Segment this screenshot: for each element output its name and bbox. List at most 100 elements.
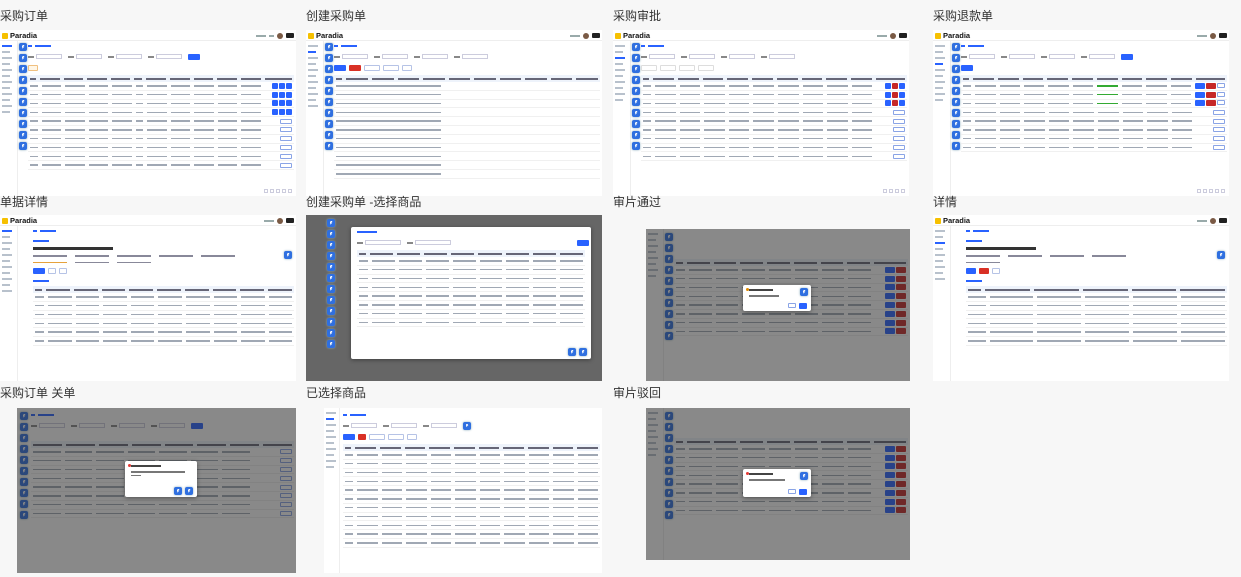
lightning-icon[interactable] [327, 274, 335, 282]
table-row[interactable] [33, 319, 294, 329]
lightning-icon[interactable] [327, 230, 335, 238]
form-input[interactable] [422, 54, 448, 59]
filter-input[interactable] [689, 54, 715, 59]
confirm-button[interactable] [799, 489, 807, 495]
add-product-button[interactable] [334, 64, 346, 71]
lightning-icon[interactable] [568, 348, 576, 356]
table-row[interactable] [334, 100, 600, 109]
avatar[interactable] [890, 32, 896, 39]
table-row[interactable] [343, 495, 600, 504]
form-input[interactable] [391, 423, 417, 428]
lightning-icon[interactable] [327, 296, 335, 304]
filter-input[interactable] [969, 54, 995, 59]
form-input[interactable] [342, 54, 368, 59]
filter-input[interactable] [36, 54, 62, 59]
lightning-icon[interactable] [19, 54, 27, 62]
filter-input[interactable] [76, 54, 102, 59]
table-row[interactable] [961, 126, 1227, 135]
table-row[interactable] [961, 108, 1227, 118]
table-row[interactable] [28, 161, 294, 170]
lightning-icon[interactable] [327, 340, 335, 348]
table-row[interactable] [334, 135, 600, 144]
more-button[interactable] [402, 64, 412, 71]
lightning-icon[interactable] [325, 142, 333, 150]
table-row[interactable] [334, 161, 600, 170]
lightning-icon[interactable] [19, 65, 27, 73]
more-button[interactable] [407, 433, 417, 440]
table-row[interactable] [961, 144, 1227, 153]
table-row[interactable] [28, 152, 294, 162]
lightning-icon[interactable] [325, 98, 333, 106]
filter-input[interactable] [729, 54, 755, 59]
lightning-icon[interactable] [327, 307, 335, 315]
table-row[interactable] [343, 539, 600, 548]
table-row[interactable] [343, 486, 600, 495]
import-button[interactable] [369, 433, 385, 440]
lightning-icon[interactable] [284, 251, 292, 259]
lightning-icon[interactable] [327, 318, 335, 326]
form-input[interactable] [351, 423, 377, 428]
table-row[interactable] [343, 521, 600, 531]
filter-input[interactable] [415, 240, 451, 245]
lightning-icon[interactable] [632, 131, 640, 139]
table-row[interactable] [357, 275, 585, 284]
table-row[interactable] [343, 469, 600, 478]
lightning-icon[interactable] [952, 87, 960, 95]
filter-input[interactable] [365, 240, 401, 245]
table-row[interactable] [343, 504, 600, 513]
import-button[interactable] [364, 64, 380, 71]
avatar[interactable] [1210, 217, 1216, 224]
lightning-icon[interactable] [952, 109, 960, 117]
lightning-icon[interactable] [952, 54, 960, 62]
lightning-icon[interactable] [19, 43, 27, 51]
table-row[interactable] [961, 82, 1227, 91]
search-button[interactable] [577, 239, 589, 246]
table-row[interactable] [334, 91, 600, 100]
avatar[interactable] [1210, 32, 1216, 39]
table-row[interactable] [343, 513, 600, 522]
export-button[interactable] [388, 433, 404, 440]
lightning-icon[interactable] [19, 98, 27, 106]
lightning-icon[interactable] [800, 472, 808, 480]
table-row[interactable] [343, 477, 600, 487]
table-row[interactable] [28, 100, 294, 109]
table-row[interactable] [961, 117, 1227, 126]
table-row[interactable] [357, 266, 585, 275]
action-button[interactable] [33, 267, 45, 274]
lightning-icon[interactable] [579, 348, 587, 356]
screenshot-create-purchase-order[interactable]: Paradia [306, 30, 602, 196]
cancel-button[interactable] [788, 303, 796, 308]
filter-input[interactable] [156, 54, 182, 59]
table-row[interactable] [334, 144, 600, 153]
lightning-icon[interactable] [952, 76, 960, 84]
table-row[interactable] [357, 283, 585, 293]
search-button[interactable] [188, 53, 200, 60]
table-row[interactable] [28, 126, 294, 135]
lightning-icon[interactable] [19, 109, 27, 117]
pagination[interactable] [1197, 189, 1225, 194]
screenshot-purchase-order[interactable]: Paradia [0, 30, 296, 196]
lightning-icon[interactable] [632, 109, 640, 117]
lightning-icon[interactable] [325, 65, 333, 73]
lightning-icon[interactable] [327, 263, 335, 271]
table-row[interactable] [357, 319, 585, 328]
action-button[interactable] [48, 267, 56, 274]
lightning-icon[interactable] [325, 76, 333, 84]
screenshot-order-detail[interactable]: Paradia [0, 215, 296, 381]
screenshot-detail[interactable]: Paradia [933, 215, 1229, 381]
screenshot-purchase-approval[interactable]: Paradia [613, 30, 909, 196]
table-row[interactable] [343, 460, 600, 469]
filter-input[interactable] [116, 54, 142, 59]
cancel-button[interactable] [788, 489, 796, 494]
filter-input[interactable] [649, 54, 675, 59]
lightning-icon[interactable] [463, 421, 471, 430]
lightning-icon[interactable] [327, 219, 335, 227]
lightning-icon[interactable] [632, 43, 640, 51]
approve-button[interactable] [966, 267, 976, 274]
lightning-icon[interactable] [952, 43, 960, 51]
pagination[interactable] [264, 189, 292, 194]
action-button[interactable] [59, 267, 67, 274]
tab-pending[interactable] [660, 64, 676, 71]
table-row[interactable] [28, 144, 294, 153]
add-product-button[interactable] [343, 433, 355, 440]
